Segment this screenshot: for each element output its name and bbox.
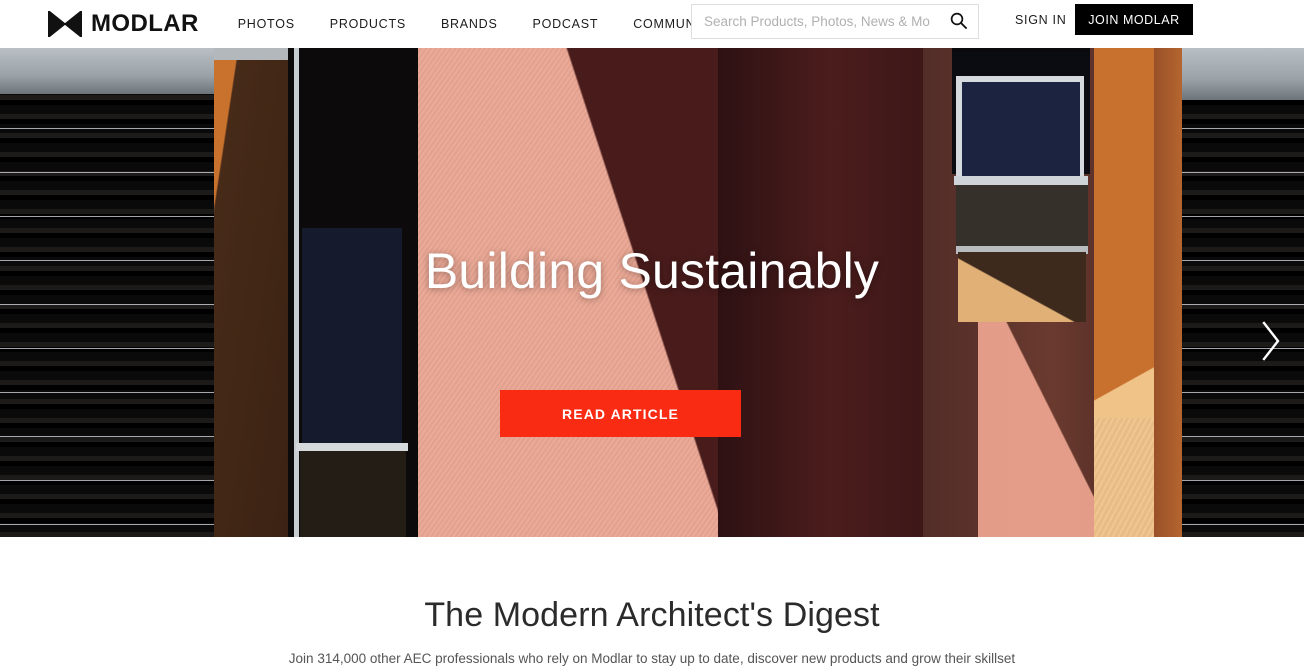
read-article-button[interactable]: READ ARTICLE (500, 390, 741, 437)
digest-section: The Modern Architect's Digest Join 314,0… (0, 537, 1304, 666)
search-input[interactable] (692, 5, 938, 38)
logo-home-link[interactable]: MODLAR (48, 11, 199, 37)
digest-subtitle: Join 314,000 other AEC professionals who… (288, 651, 1016, 667)
hero-carousel: Building Sustainably READ ARTICLE (0, 48, 1304, 537)
join-modlar-button[interactable]: JOIN MODLAR (1075, 4, 1193, 35)
sign-in-link[interactable]: SIGN IN (1015, 13, 1066, 27)
hero-title: Building Sustainably (424, 243, 880, 299)
nav-item-photos[interactable]: PHOTOS (238, 11, 295, 37)
nav-item-podcast[interactable]: PODCAST (533, 11, 599, 37)
modlar-bowtie-logo-icon (48, 11, 82, 37)
logo-wordmark: MODLAR (91, 10, 199, 37)
site-header: MODLAR PHOTOS PRODUCTS BRANDS PODCAST CO… (0, 0, 1304, 48)
nav-item-brands[interactable]: BRANDS (441, 11, 498, 37)
nav-item-products[interactable]: PRODUCTS (330, 11, 406, 37)
carousel-next-button[interactable] (1252, 313, 1290, 373)
primary-nav: PHOTOS PRODUCTS BRANDS PODCAST COMMUNITY (238, 11, 752, 37)
search-submit-button[interactable] (938, 5, 978, 38)
search-box (691, 4, 979, 39)
search-icon (950, 12, 967, 32)
digest-title: The Modern Architect's Digest (424, 596, 880, 634)
chevron-right-icon (1260, 319, 1282, 368)
